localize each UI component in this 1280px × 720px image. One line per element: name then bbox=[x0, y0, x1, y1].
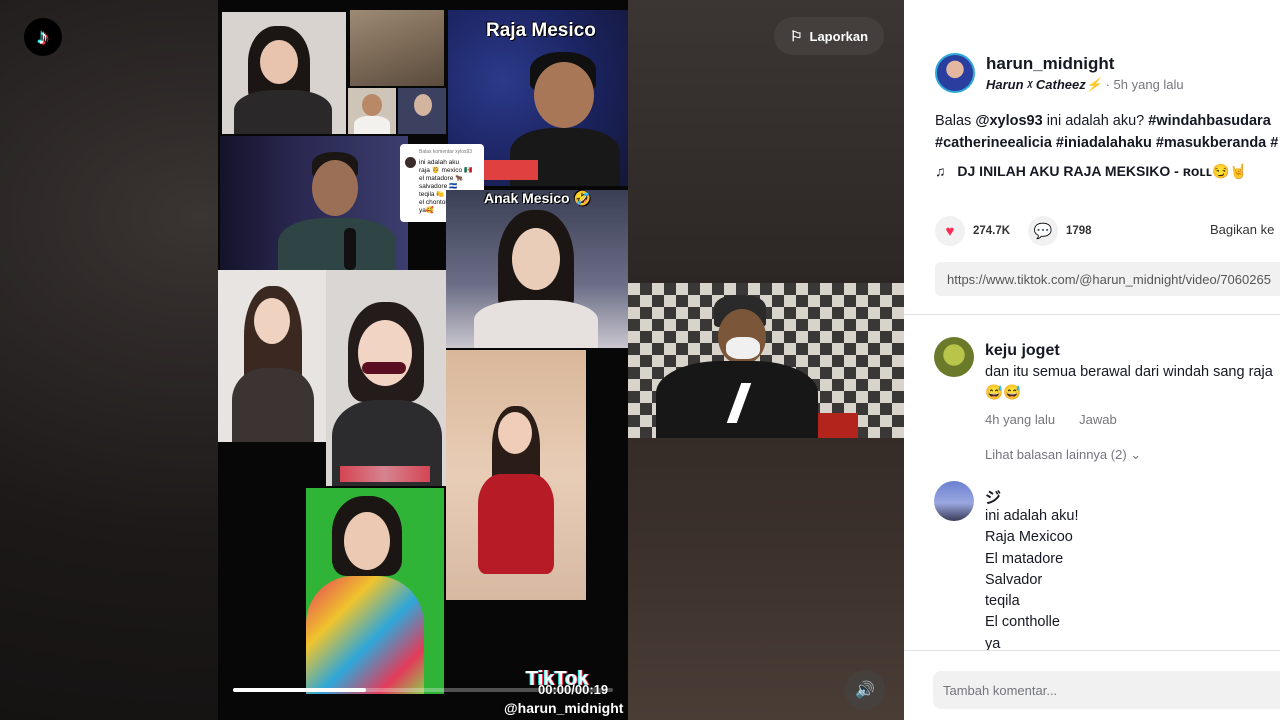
volume-button[interactable]: 🔊 bbox=[845, 670, 885, 710]
author-username[interactable]: harun_midnight bbox=[986, 54, 1114, 74]
comment-avatar[interactable] bbox=[934, 337, 974, 377]
details-panel: harun_midnight Harun ᵡ Catheez⚡ · 5h yan… bbox=[904, 0, 1280, 720]
video-overlay-title: Raja Mesico bbox=[486, 20, 596, 41]
comment-line: ini adalah aku! bbox=[985, 508, 1079, 524]
sticker-avatar bbox=[405, 157, 416, 168]
video-progress-fill bbox=[233, 688, 366, 692]
author-avatar[interactable] bbox=[935, 53, 975, 93]
caption-hashtag-link[interactable]: #windahbasudara bbox=[1148, 113, 1270, 129]
comment-count: 1798 bbox=[1066, 225, 1092, 237]
report-label: Laporkan bbox=[809, 28, 869, 44]
comment-emojis: 😅😅 bbox=[985, 385, 1022, 401]
like-count: 274.7K bbox=[973, 225, 1011, 237]
reply-button[interactable]: Jawab bbox=[1079, 412, 1117, 427]
tiktok-logo-icon[interactable]: ♪ bbox=[24, 18, 62, 56]
comment-input[interactable] bbox=[933, 671, 1280, 709]
sticker-header: Balas komentar xylos93 bbox=[419, 149, 473, 155]
sticker-line: el matadore 🐂 bbox=[419, 175, 464, 182]
like-button[interactable]: ♥ 274.7K bbox=[935, 216, 1010, 246]
chevron-down-icon: ⌄ bbox=[1130, 447, 1142, 462]
music-link[interactable]: ♫ DJ INILAH AKU RAJA MEKSIKO - ʀᴏʟʟ😏🤘 bbox=[935, 163, 1247, 180]
sticker-line: ini adalah aku bbox=[419, 159, 460, 166]
post-time: 5h yang lalu bbox=[1113, 77, 1184, 92]
caption-hashtags-line[interactable]: #catherineealicia #iniadalahaku #masukbe… bbox=[935, 135, 1278, 151]
music-title: DJ INILAH AKU RAJA MEKSIKO - ʀᴏʟʟ😏🤘 bbox=[957, 163, 1247, 179]
video-player[interactable]: Balas komentar xylos93 ini adalah aku ra… bbox=[218, 0, 628, 720]
video-tile-room bbox=[350, 10, 444, 86]
comment-text: ini adalah aku! Raja Mexicoo El matadore… bbox=[985, 506, 1079, 655]
view-more-replies-button[interactable]: Lihat balasan lainnya (2) ⌄ bbox=[985, 447, 1141, 463]
comment-line: Salvador bbox=[985, 571, 1043, 588]
video-area: ♪ ⚐ Laporkan Balas komentar xylos93 ini … bbox=[0, 0, 904, 720]
comment-avatar[interactable] bbox=[934, 481, 974, 521]
comment-composer bbox=[904, 650, 1280, 720]
comment-username[interactable]: ジ bbox=[985, 484, 1001, 508]
video-tile-girl-green bbox=[306, 488, 444, 694]
comment-icon: 💬 bbox=[1028, 216, 1058, 246]
comment-line: teqila bbox=[985, 593, 1020, 610]
volume-icon: 🔊 bbox=[855, 682, 875, 699]
video-tile-streamer-man bbox=[220, 136, 408, 270]
share-label: Bagikan ke bbox=[1210, 222, 1275, 237]
more-replies-label: Lihat balasan lainnya (2) bbox=[985, 447, 1127, 462]
video-tile-man-glasses bbox=[398, 88, 446, 134]
video-tile-girl-headphones bbox=[446, 190, 628, 348]
video-tile-streamer-girl bbox=[222, 12, 346, 134]
copy-link-field[interactable]: https://www.tiktok.com/@harun_midnight/v… bbox=[935, 262, 1280, 296]
heart-icon: ♥ bbox=[935, 216, 965, 246]
comment-button[interactable]: 💬 1798 bbox=[1028, 216, 1092, 246]
comment-time: 4h yang lalu bbox=[985, 412, 1056, 427]
video-tile-boy bbox=[348, 88, 396, 134]
comment-username[interactable]: keju joget bbox=[985, 342, 1060, 360]
report-button[interactable]: ⚐ Laporkan bbox=[774, 17, 884, 55]
music-note-icon: ♫ bbox=[935, 163, 946, 179]
author-nickname: Harun ᵡ Catheez⚡ bbox=[986, 77, 1102, 92]
video-tile-girl-red-dress bbox=[446, 350, 586, 600]
video-overlay-subtitle: Anak Mesico 🤣 bbox=[484, 190, 591, 206]
flag-icon: ⚐ bbox=[789, 27, 803, 44]
comment-meta: 4h yang lalu Jawab bbox=[985, 412, 1117, 427]
post-dot: · bbox=[1105, 77, 1114, 92]
tiktok-watermark-username: @harun_midnight bbox=[504, 700, 624, 716]
side-video-man bbox=[628, 283, 904, 438]
video-timestamp: 00:00/00:19 bbox=[538, 682, 609, 697]
comment-line: El matadore bbox=[985, 550, 1064, 567]
sticker-line: raja 🤴 mexico 🇲🇽 bbox=[419, 167, 473, 174]
comment-line: Raja Mexicoo bbox=[985, 529, 1073, 546]
comment-text: dan itu semua berawal dari windah sang r… bbox=[985, 364, 1273, 380]
caption-prefix: Balas bbox=[935, 113, 976, 129]
divider bbox=[904, 314, 1280, 315]
caption-body: ini adalah aku? bbox=[1042, 113, 1149, 129]
video-tile-girl-left bbox=[218, 270, 326, 442]
caption-mention-link[interactable]: @xylos93 bbox=[975, 113, 1042, 129]
video-tile-girl-sunglasses bbox=[326, 270, 446, 486]
author-meta: Harun ᵡ Catheez⚡ · 5h yang lalu bbox=[986, 77, 1184, 93]
post-caption: Balas @xylos93 ini adalah aku? #windahba… bbox=[935, 110, 1280, 154]
comment-line: El contholle bbox=[985, 614, 1060, 631]
